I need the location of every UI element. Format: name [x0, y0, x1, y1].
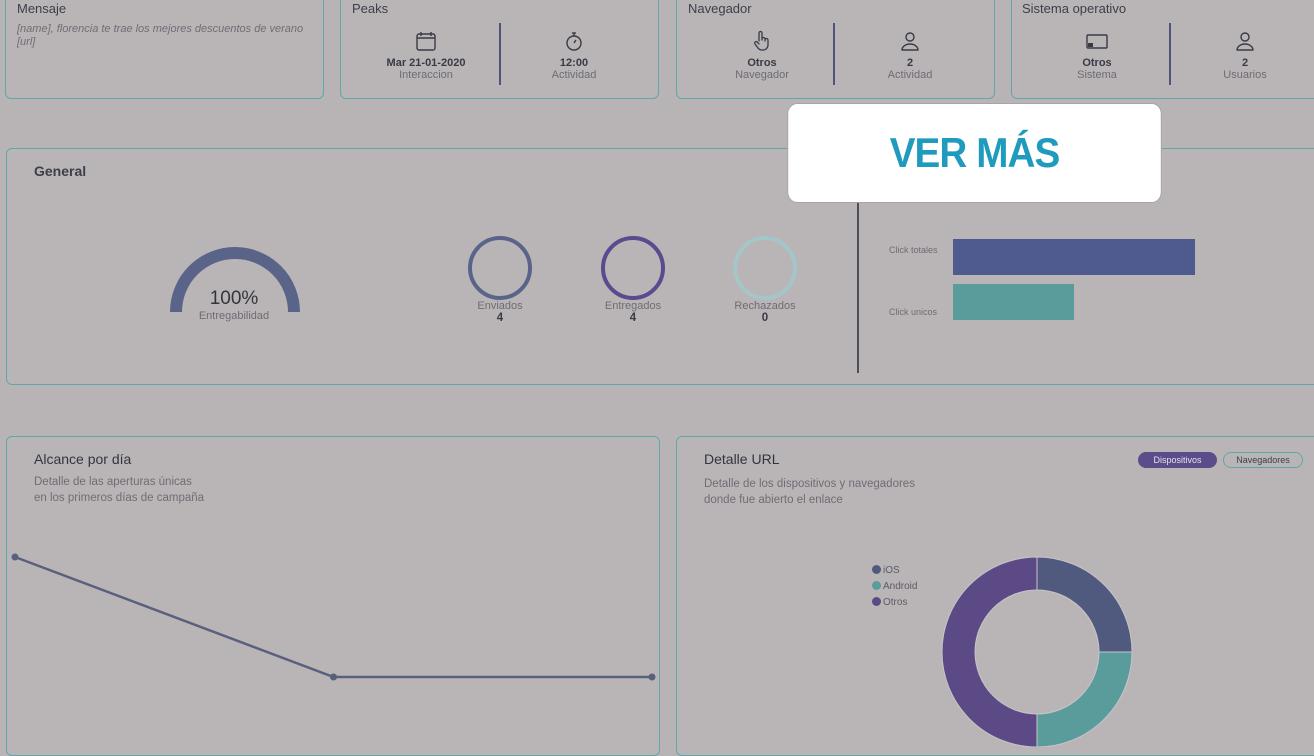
detalle-title: Detalle URL — [704, 451, 780, 467]
legend-dot — [872, 581, 881, 590]
navegador-activity-value: 2 — [906, 57, 914, 69]
sistema-os-stat: Otros Sistema — [1022, 29, 1172, 81]
ring-entregados-label: Entregados 4 — [583, 300, 683, 324]
legend-label: Otros — [883, 597, 908, 608]
legend-android: Android — [872, 581, 917, 592]
legend-dot — [872, 597, 881, 606]
sistema-title: Sistema operativo — [1022, 1, 1127, 16]
legend-ios: iOS — [872, 565, 900, 576]
mensaje-card: Mensaje [name], florencia te trae los me… — [5, 0, 324, 99]
click-totales-bar — [953, 239, 1195, 275]
devices-donut-chart — [941, 556, 1133, 747]
ring-entregados — [601, 236, 665, 300]
reach-line-chart — [11, 553, 656, 681]
detalle-description: Detalle de los dispositivos y navegadore… — [704, 476, 915, 508]
description-line-2: donde fue abierto el enlace — [704, 494, 843, 506]
ring-label-text: Entregados — [604, 300, 662, 312]
tab-dispositivos[interactable]: Dispositivos — [1138, 452, 1217, 468]
sistema-os-value: Otros — [1082, 57, 1112, 69]
data-point[interactable] — [648, 673, 656, 681]
ring-value-text: 4 — [629, 312, 637, 324]
click-unicos-bar — [953, 284, 1074, 320]
pointer-hand-icon — [754, 30, 769, 51]
detalle-card: Detalle URL Detalle de los dispositivos … — [676, 436, 1314, 756]
stopwatch-icon — [566, 32, 582, 51]
navegador-browser-value: Otros — [747, 57, 777, 69]
peaks-interaction-label: Interaccion — [399, 69, 453, 81]
ver-mas-button[interactable]: VER MÁS — [787, 103, 1162, 203]
general-title: General — [34, 163, 87, 179]
donut-slice-ios[interactable] — [1036, 556, 1133, 653]
ring-rechazados — [733, 236, 797, 300]
sistema-users-label: Usuarios — [1223, 69, 1267, 81]
peaks-interaction-stat: Mar 21-01-2020 Interaccion — [351, 29, 501, 81]
ring-label-text: Rechazados — [734, 300, 796, 312]
user-icon — [901, 32, 919, 51]
legend-dot — [872, 565, 881, 574]
ring-value-text: 0 — [761, 312, 769, 324]
data-point[interactable] — [330, 673, 337, 681]
sistema-users-stat: 2 Usuarios — [1170, 29, 1314, 81]
legend-otros: Otros — [872, 597, 907, 608]
ring-enviados-label: Enviados 4 — [450, 300, 550, 324]
peaks-card: Peaks Mar 21-01-2020 Interaccion 12:00 A… — [340, 0, 659, 99]
legend-label: iOS — [883, 565, 900, 576]
peaks-activity-value: 12:00 — [559, 57, 589, 69]
sistema-users-value: 2 — [1241, 57, 1249, 69]
click-unicos-label: Click unicos — [889, 307, 938, 317]
navegador-browser-label: Navegador — [735, 69, 789, 81]
navegador-browser-stat: Otros Navegador — [687, 29, 837, 81]
calendar-icon — [416, 32, 436, 51]
click-totales-label: Click totales — [889, 245, 938, 255]
sistema-os-label: Sistema — [1077, 69, 1117, 81]
ring-value-text: 4 — [496, 312, 504, 324]
ring-enviados — [468, 236, 532, 300]
donut-slice-android[interactable] — [1036, 651, 1133, 747]
mensaje-text: [name], florencia te trae los mejores de… — [17, 23, 304, 48]
gauge-value: 100% — [209, 288, 259, 309]
gauge-label: 100% Entregabilidad — [174, 288, 294, 322]
peaks-activity-stat: 12:00 Actividad — [499, 29, 649, 81]
navegador-card: Navegador Otros Navegador 2 Actividad — [676, 0, 995, 99]
navegador-title: Navegador — [688, 1, 752, 16]
tab-navegadores[interactable]: Navegadores — [1223, 452, 1303, 468]
data-point[interactable] — [11, 553, 19, 561]
description-line-1: Detalle de los dispositivos y navegadore… — [704, 478, 915, 490]
navegador-activity-label: Actividad — [887, 69, 933, 81]
donut-slice-otros[interactable] — [941, 556, 1038, 747]
peaks-interaction-value: Mar 21-01-2020 — [386, 57, 466, 69]
ring-rechazados-label: Rechazados 0 — [715, 300, 815, 324]
series-line — [14, 555, 652, 679]
cast-screen-icon — [1086, 34, 1108, 49]
alcance-card: Alcance por día Detalle de las aperturas… — [6, 436, 660, 756]
divider — [857, 199, 859, 373]
navegador-activity-stat: 2 Actividad — [835, 29, 985, 81]
user-icon — [1236, 32, 1254, 51]
peaks-activity-label: Actividad — [551, 69, 597, 81]
legend-label: Android — [883, 581, 918, 592]
gauge-caption: Entregabilidad — [198, 310, 270, 322]
ring-label-text: Enviados — [477, 300, 523, 312]
sistema-card: Sistema operativo Otros Sistema 2 Usuari… — [1011, 0, 1314, 99]
mensaje-title: Mensaje — [17, 1, 67, 16]
peaks-title: Peaks — [352, 1, 389, 16]
